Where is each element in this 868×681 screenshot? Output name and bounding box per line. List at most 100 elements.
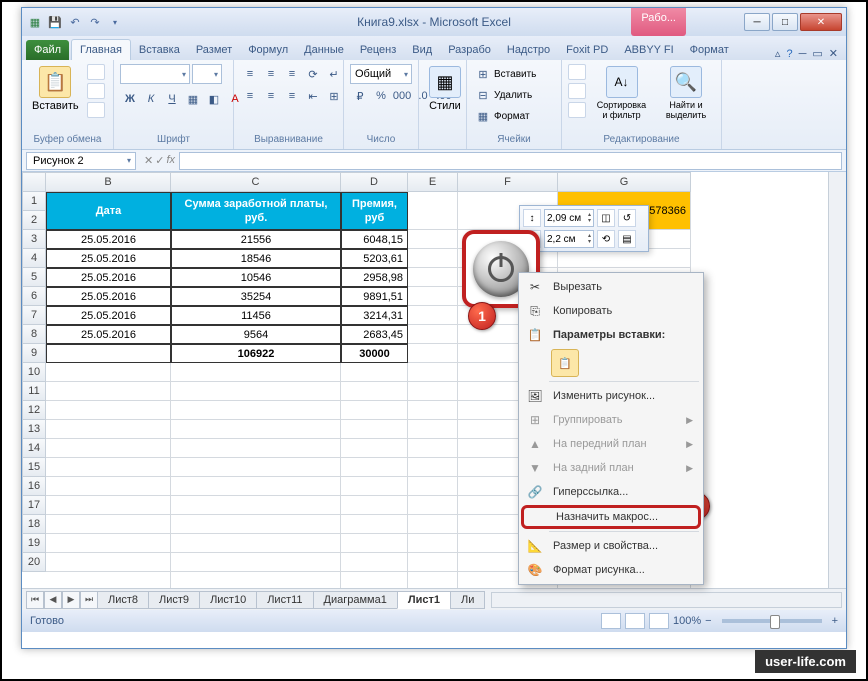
cell[interactable] [408, 249, 458, 268]
tab-data[interactable]: Данные [296, 40, 352, 60]
cell[interactable] [46, 496, 171, 515]
height-spinner[interactable]: 2,09 см [544, 209, 594, 227]
zoom-value[interactable]: 100% [673, 615, 701, 627]
cut-icon[interactable] [87, 64, 105, 80]
border-button[interactable]: ▦ [183, 89, 203, 109]
cell[interactable] [341, 477, 408, 496]
col-header[interactable]: B [46, 172, 171, 192]
save-icon[interactable]: 💾 [46, 13, 64, 31]
view-break-button[interactable] [649, 613, 669, 629]
cell[interactable] [341, 534, 408, 553]
row-header[interactable]: 2 [22, 211, 46, 230]
cell[interactable] [408, 477, 458, 496]
clear-icon[interactable] [568, 102, 586, 118]
copy-icon[interactable] [87, 83, 105, 99]
row-header[interactable]: 13 [22, 420, 46, 439]
sort-filter-button[interactable]: A↓Сортировка и фильтр [590, 64, 653, 122]
cell[interactable] [408, 306, 458, 325]
row-header[interactable]: 19 [22, 534, 46, 553]
minimize-button[interactable]: ─ [744, 13, 770, 31]
cell[interactable] [408, 439, 458, 458]
cell[interactable]: 35254 [171, 287, 341, 306]
fx-icon[interactable]: fx [166, 154, 175, 167]
tab-foxit[interactable]: Foxit PD [558, 40, 616, 60]
cell[interactable] [171, 458, 341, 477]
enter-fx-icon[interactable]: ✓ [155, 154, 164, 167]
autosum-icon[interactable] [568, 64, 586, 80]
width-spinner[interactable]: 2,2 см [544, 230, 594, 248]
row-header[interactable]: 5 [22, 268, 46, 287]
row-header[interactable]: 14 [22, 439, 46, 458]
minimize-ribbon-icon[interactable]: ▵ [775, 47, 781, 60]
cell[interactable] [408, 363, 458, 382]
tab-review[interactable]: Реценз [352, 40, 404, 60]
cell[interactable]: 6048,15 [341, 230, 408, 249]
ctx-edit-picture[interactable]: 🖼Изменить рисунок... [521, 384, 701, 408]
cells-area[interactable]: ДатаСумма заработной платы, руб.Премия, … [46, 192, 828, 588]
view-normal-button[interactable] [601, 613, 621, 629]
cell[interactable] [341, 572, 408, 588]
align-center-button[interactable]: ≡ [261, 86, 281, 106]
col-header[interactable]: D [341, 172, 408, 192]
ctx-size-props[interactable]: 📐Размер и свойства... [521, 534, 701, 558]
select-all-corner[interactable] [22, 172, 46, 192]
cell[interactable] [341, 363, 408, 382]
fill-icon[interactable] [568, 83, 586, 99]
cell[interactable]: 9891,51 [341, 287, 408, 306]
col-header[interactable]: E [408, 172, 458, 192]
cell[interactable]: 25.05.2016 [46, 249, 171, 268]
currency-button[interactable]: ₽ [350, 86, 370, 106]
cell[interactable] [408, 344, 458, 363]
indent-dec-button[interactable]: ⇤ [303, 86, 323, 106]
insert-cells-label[interactable]: Вставить [494, 69, 536, 80]
align-right-button[interactable]: ≡ [282, 86, 302, 106]
vertical-scrollbar[interactable] [828, 172, 846, 588]
cell[interactable]: 25.05.2016 [46, 287, 171, 306]
cell[interactable] [408, 382, 458, 401]
sheet-tab[interactable]: Лист8 [97, 591, 149, 609]
cell[interactable]: 30000 [341, 344, 408, 363]
tab-formulas[interactable]: Формул [240, 40, 296, 60]
paste-button[interactable]: 📋 Вставить [28, 64, 83, 114]
zoom-out-button[interactable]: − [705, 615, 711, 627]
reset-icon[interactable]: ↺ [618, 209, 636, 227]
cell[interactable]: Дата [46, 192, 171, 230]
sheet-tab[interactable]: Лист9 [148, 591, 200, 609]
tab-addins[interactable]: Надстро [499, 40, 558, 60]
cell[interactable] [46, 439, 171, 458]
cell[interactable] [408, 287, 458, 306]
cell[interactable]: 2683,45 [341, 325, 408, 344]
contextual-tab[interactable]: Рабо... [631, 8, 686, 36]
cell[interactable]: 21556 [171, 230, 341, 249]
tab-nav-prev[interactable]: ◀ [44, 591, 62, 609]
formula-input[interactable] [179, 152, 842, 170]
sheet-tab[interactable]: Ли [450, 591, 485, 609]
cell[interactable] [171, 496, 341, 515]
ctx-copy[interactable]: ⎘Копировать [521, 299, 701, 323]
row-header[interactable]: 17 [22, 496, 46, 515]
sheet-tab[interactable]: Лист10 [199, 591, 257, 609]
row-header[interactable]: 7 [22, 306, 46, 325]
cell[interactable]: 25.05.2016 [46, 306, 171, 325]
cell[interactable] [408, 496, 458, 515]
cell[interactable] [46, 515, 171, 534]
cell[interactable] [46, 458, 171, 477]
cell[interactable] [341, 439, 408, 458]
cell[interactable] [171, 420, 341, 439]
format-cells-icon[interactable]: ▦ [473, 106, 493, 126]
italic-button[interactable]: К [141, 89, 161, 109]
col-header[interactable]: F [458, 172, 558, 192]
tab-format[interactable]: Формат [682, 40, 737, 60]
cell[interactable] [46, 553, 171, 572]
col-header[interactable]: C [171, 172, 341, 192]
cell[interactable] [46, 401, 171, 420]
merge-button[interactable]: ⊞ [324, 86, 344, 106]
cell[interactable]: 106922 [171, 344, 341, 363]
tab-nav-next[interactable]: ▶ [62, 591, 80, 609]
font-size-dropdown[interactable] [192, 64, 222, 84]
cell[interactable] [171, 401, 341, 420]
cell[interactable] [408, 268, 458, 287]
cell[interactable] [341, 515, 408, 534]
cell[interactable]: 5203,61 [341, 249, 408, 268]
tab-view[interactable]: Вид [404, 40, 440, 60]
